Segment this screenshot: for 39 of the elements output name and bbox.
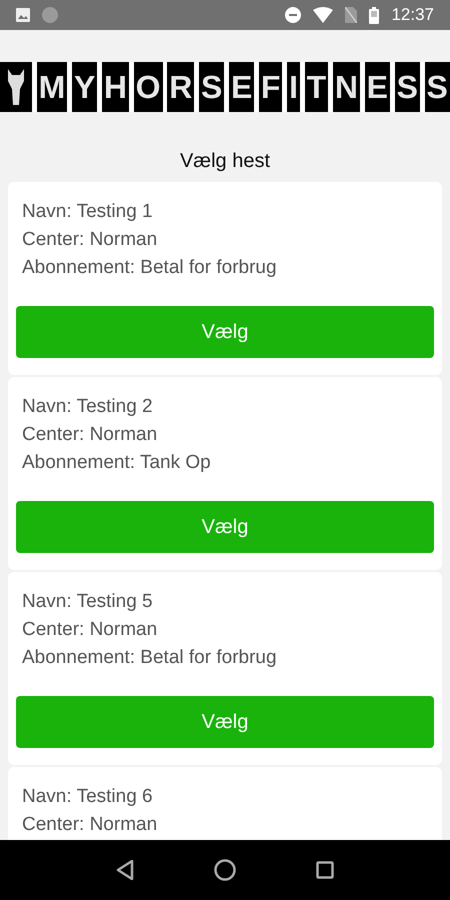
battery-icon (369, 6, 380, 24)
logo-letter: Y (72, 62, 98, 112)
card-text: Abonnement: Betal for forbrug (22, 256, 278, 280)
image-icon (16, 8, 30, 22)
back-icon[interactable] (116, 860, 134, 880)
card-text: Abonnement: Betal for forbrug (22, 646, 278, 670)
card-text: Center: Norman (22, 813, 158, 837)
wifi-icon (313, 7, 334, 23)
select-button[interactable]: Vælg (16, 501, 434, 553)
do-not-disturb-icon (285, 7, 302, 23)
card-text: Abonnement: Tank Op (22, 451, 212, 475)
logo-letter: T (304, 62, 328, 112)
logo-letter: S (198, 62, 224, 112)
status-time: 12:37 (391, 4, 434, 26)
recents-icon[interactable] (316, 861, 334, 879)
card-text: Navn: Testing 1 (22, 200, 154, 224)
logo-letter: R (167, 62, 194, 112)
logo-letter: H (102, 62, 130, 112)
card-text: Navn: Testing 6 (22, 785, 154, 809)
logo-letter: F (258, 62, 282, 112)
logo-letter: S (424, 62, 450, 112)
card-text: Navn: Testing 2 (22, 395, 154, 419)
card-text: Navn: Testing 5 (22, 590, 154, 614)
logo-letter: O (134, 62, 163, 112)
card-text: Center: Norman (22, 423, 158, 447)
card-text: Center: Norman (22, 228, 158, 252)
logo-letter: E (228, 62, 254, 112)
logo-letter: N (332, 62, 360, 112)
home-icon[interactable] (214, 859, 236, 881)
page-title: Vælg hest (178, 149, 272, 174)
circle-icon (42, 7, 58, 23)
logo-letter: M (36, 62, 68, 112)
logo-letter: S (394, 62, 420, 112)
select-button[interactable]: Vælg (16, 696, 434, 748)
card-text: Center: Norman (22, 618, 158, 642)
select-button[interactable]: Vælg (16, 306, 434, 358)
logo-letter: I (287, 62, 300, 112)
logo-letter: E (364, 62, 390, 112)
sim-icon (345, 7, 358, 23)
